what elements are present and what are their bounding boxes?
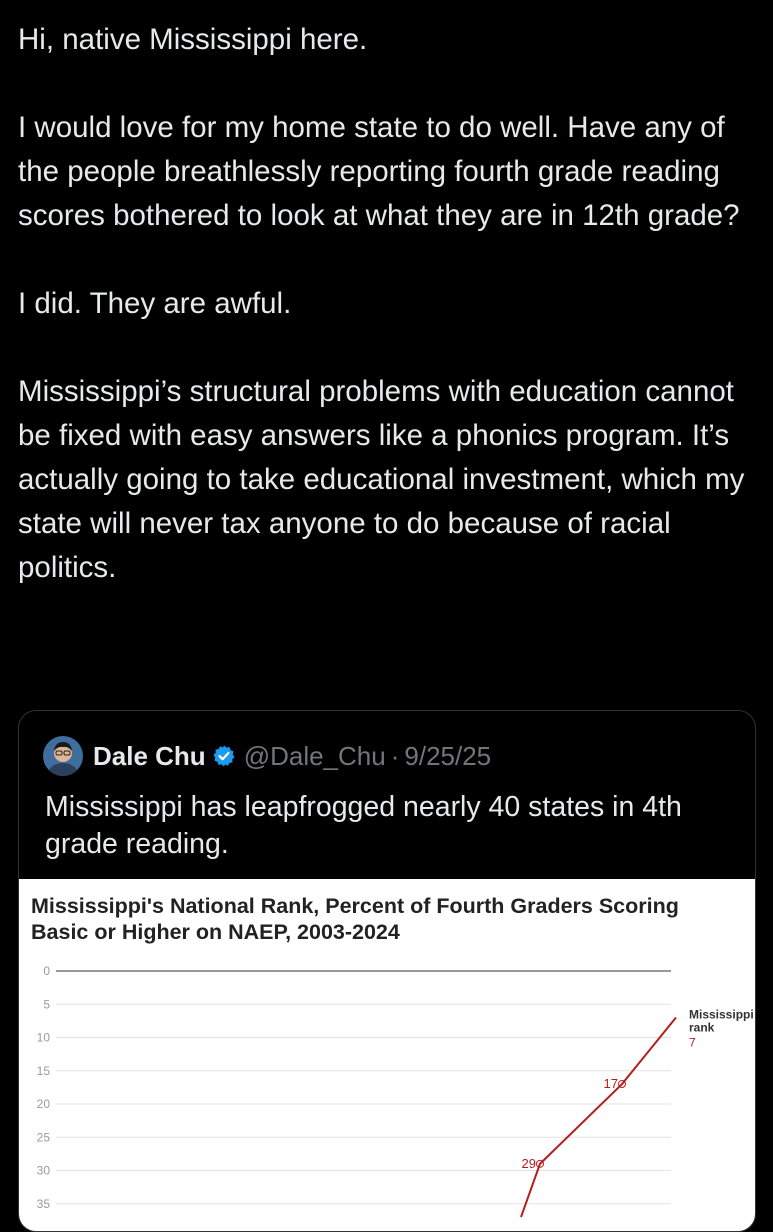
profile-photo-icon bbox=[43, 736, 83, 776]
series-line bbox=[520, 1016, 677, 1218]
y-tick-label: 15 bbox=[37, 1064, 51, 1078]
y-tick-label: 20 bbox=[37, 1097, 51, 1111]
separator-dot: · bbox=[390, 740, 400, 771]
series-name-label: Mississippi bbox=[689, 1008, 754, 1022]
post-paragraph: I would love for my home state to do wel… bbox=[18, 111, 740, 232]
y-tick-label: 35 bbox=[37, 1197, 51, 1211]
data-label: 29 bbox=[522, 1156, 536, 1171]
post-date[interactable]: 9/25/25 bbox=[404, 741, 491, 772]
series-name-label: rank bbox=[689, 1021, 715, 1035]
quoted-post-card[interactable]: Dale Chu @Dale_Chu · 9/25/25 Mississippi… bbox=[18, 710, 756, 1232]
quoted-post-header: Dale Chu @Dale_Chu · 9/25/25 bbox=[43, 735, 491, 777]
chart-image[interactable]: Mississippi's National Rank, Percent of … bbox=[19, 879, 755, 1231]
data-label: 17 bbox=[604, 1076, 618, 1091]
y-tick-label: 5 bbox=[43, 997, 50, 1011]
avatar[interactable] bbox=[43, 736, 83, 776]
y-tick-label: 25 bbox=[37, 1130, 51, 1144]
post-paragraph: Mississippi’s structural problems with e… bbox=[18, 375, 745, 584]
y-tick-label: 30 bbox=[37, 1164, 51, 1178]
post-paragraph: I did. They are awful. bbox=[18, 287, 292, 320]
post-paragraph: Hi, native Mississippi here. bbox=[18, 23, 368, 56]
quoted-post-text: Mississippi has leapfrogged nearly 40 st… bbox=[45, 791, 682, 860]
author-handle[interactable]: @Dale_Chu bbox=[244, 741, 386, 772]
rank-line-chart: 0 5 10 15 20 25 30 35 29 17 Mississippirank7 bbox=[37, 964, 754, 1218]
author-name[interactable]: Dale Chu bbox=[93, 741, 206, 772]
post-body: Hi, native Mississippi here. I would lov… bbox=[18, 18, 763, 634]
data-label: 7 bbox=[689, 1036, 696, 1050]
verified-badge-icon bbox=[213, 745, 235, 767]
y-tick-label: 10 bbox=[37, 1031, 51, 1045]
y-tick-label: 0 bbox=[43, 964, 50, 978]
